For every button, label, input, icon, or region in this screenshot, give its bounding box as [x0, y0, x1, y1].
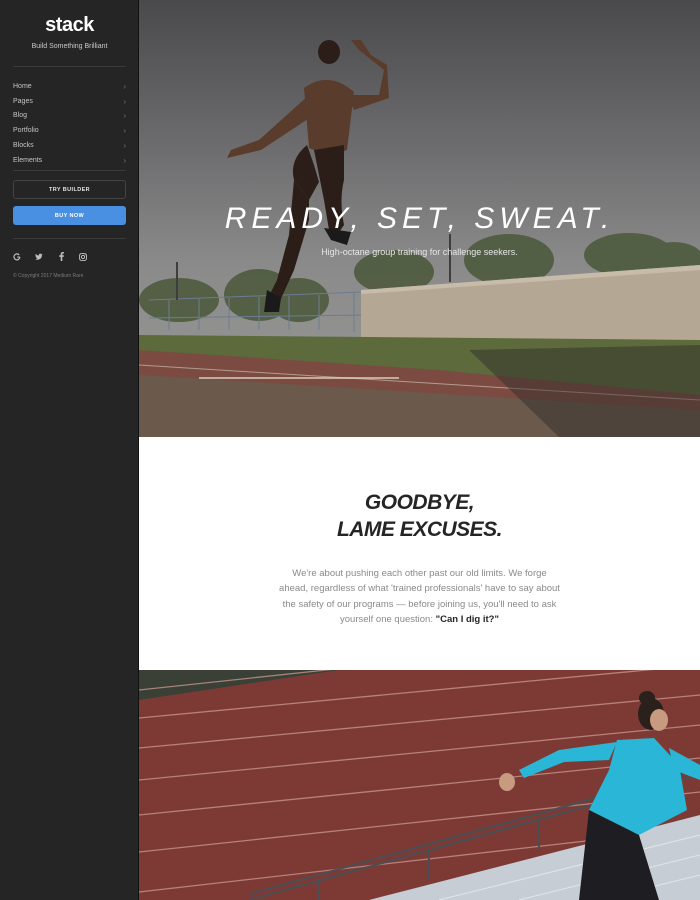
divider — [13, 66, 126, 67]
intro-emphasis: "Can I dig it?" — [435, 614, 499, 625]
intro-heading: GOODBYE, LAME EXCUSES. — [139, 489, 700, 543]
sidebar-item-home[interactable]: Home › — [13, 79, 126, 94]
divider — [13, 238, 126, 239]
sidebar: stack Build Something Brilliant Home › Pa… — [0, 0, 139, 900]
intro-heading-line-2: LAME EXCUSES. — [336, 518, 503, 541]
intro-heading-line-1: GOODBYE, — [364, 491, 475, 514]
logo[interactable]: stack — [0, 14, 139, 37]
sidebar-item-label: Pages — [13, 97, 33, 105]
sidebar-item-pages[interactable]: Pages › — [13, 94, 126, 109]
intro-paragraph: We're about pushing each other past our … — [279, 566, 560, 628]
hero-title: READY, SET, SWEAT. — [224, 202, 615, 236]
sidebar-item-label: Blocks — [13, 142, 34, 150]
sidebar-item-label: Portfolio — [13, 127, 39, 135]
instagram-icon[interactable] — [79, 252, 87, 261]
chevron-right-icon: › — [123, 96, 126, 106]
sidebar-item-portfolio[interactable]: Portfolio › — [13, 123, 126, 138]
sidebar-item-elements[interactable]: Elements › — [13, 153, 126, 168]
try-builder-button[interactable]: TRY BUILDER — [13, 180, 126, 199]
sidebar-item-label: Blog — [13, 112, 28, 120]
chevron-right-icon: › — [123, 126, 126, 136]
tagline: Build Something Brilliant — [31, 43, 108, 50]
copyright: © Copyright 2017 Medium Rare — [13, 273, 84, 279]
intro-body-text: We're about pushing each other past our … — [279, 567, 560, 626]
google-icon[interactable] — [13, 252, 21, 261]
chevron-right-icon: › — [123, 155, 126, 165]
chevron-right-icon: › — [123, 81, 126, 91]
divider — [13, 170, 126, 171]
chevron-right-icon: › — [123, 141, 126, 151]
facebook-icon[interactable] — [57, 252, 65, 261]
chevron-right-icon: › — [123, 111, 126, 121]
sidebar-item-blocks[interactable]: Blocks › — [13, 138, 126, 153]
hero-subtitle: High-octane group training for challenge… — [321, 247, 518, 257]
intro-section: GOODBYE, LAME EXCUSES. We're about pushi… — [139, 437, 700, 670]
social-links — [13, 252, 87, 261]
track-image — [139, 670, 700, 900]
sidebar-item-label: Home — [13, 82, 32, 90]
sidebar-nav: Home › Pages › Blog › Portfolio › Blocks › El… — [13, 79, 126, 168]
sidebar-item-blog[interactable]: Blog › — [13, 109, 126, 124]
buy-now-button[interactable]: BUY NOW — [13, 206, 126, 225]
hero-section: READY, SET, SWEAT. High-octane group tra… — [139, 0, 700, 437]
twitter-icon[interactable] — [35, 252, 43, 261]
track-image-section — [139, 670, 700, 900]
sidebar-item-label: Elements — [13, 156, 43, 164]
